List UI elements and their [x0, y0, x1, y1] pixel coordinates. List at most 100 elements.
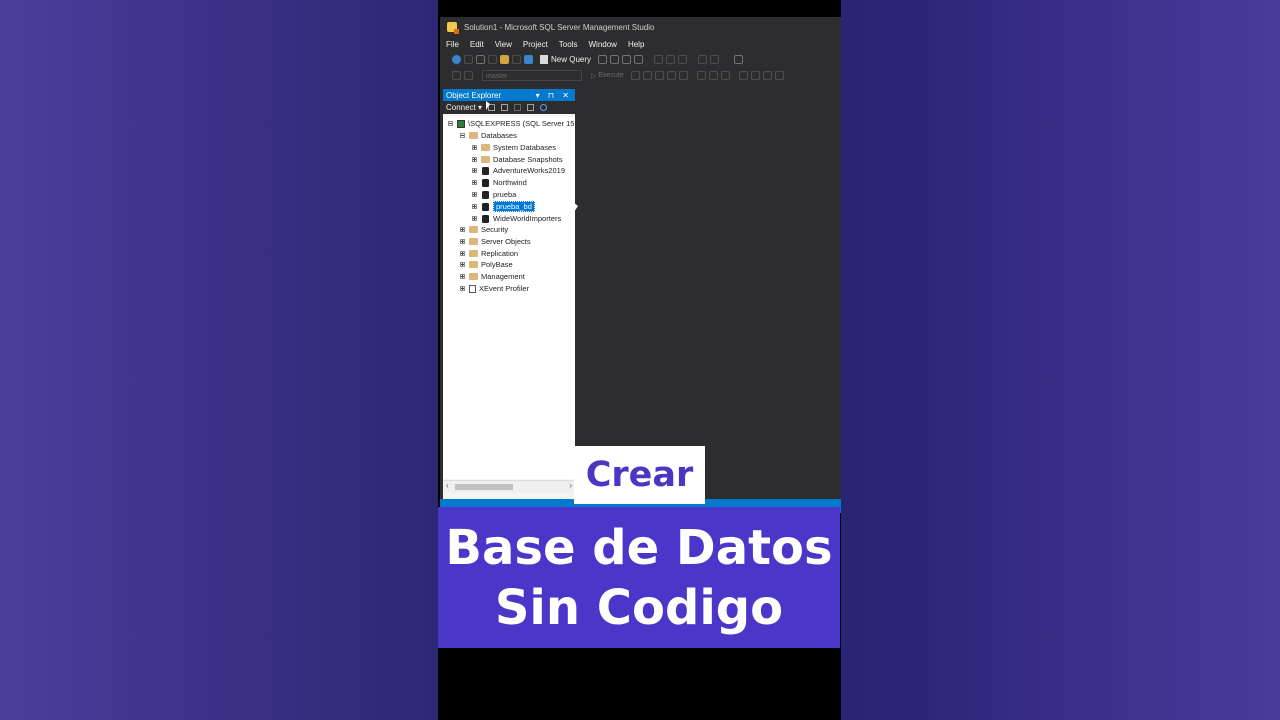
- menu-file[interactable]: File: [446, 40, 459, 49]
- expand-icon[interactable]: [460, 274, 465, 279]
- paste-icon[interactable]: [678, 55, 688, 64]
- parse-icon[interactable]: [642, 71, 652, 80]
- expand-icon[interactable]: [472, 168, 477, 173]
- expand-icon[interactable]: [472, 192, 477, 197]
- execute-label: Execute: [598, 72, 624, 79]
- connect-button[interactable]: Connect ▾: [446, 103, 482, 112]
- save-icon[interactable]: [512, 55, 521, 64]
- redo-icon[interactable]: [710, 55, 720, 64]
- cut-icon[interactable]: [654, 55, 664, 64]
- expand-icon[interactable]: [460, 227, 465, 232]
- scroll-thumb[interactable]: [455, 484, 513, 490]
- query-xmla-icon[interactable]: [622, 55, 632, 64]
- stop-icon[interactable]: [630, 71, 640, 80]
- menu-view[interactable]: View: [495, 40, 512, 49]
- tree-item-northwind[interactable]: Northwind: [472, 177, 527, 188]
- menu-help[interactable]: Help: [628, 40, 644, 49]
- query-dmx-icon[interactable]: [610, 55, 620, 64]
- add-item-icon[interactable]: [488, 55, 497, 64]
- tree-databases[interactable]: Databases: [460, 130, 517, 141]
- tree-item-replication[interactable]: Replication: [460, 248, 518, 259]
- object-explorer-panel: Object Explorer ▾ ⊓ ✕ Connect ▾ \SQLEXPR…: [443, 89, 575, 507]
- tree-item-label: AdventureWorks2019: [493, 166, 565, 175]
- horizontal-scrollbar[interactable]: ‹ ›: [443, 480, 575, 493]
- available-databases-select[interactable]: master: [482, 70, 582, 81]
- copy-icon[interactable]: [666, 55, 676, 64]
- expand-icon[interactable]: [472, 157, 477, 162]
- tree-item-management[interactable]: Management: [460, 271, 525, 282]
- crear-label-box: Crear: [574, 446, 705, 504]
- open-folder-icon[interactable]: [500, 55, 509, 64]
- tree-item-label: Management: [481, 272, 525, 281]
- tree-item-security[interactable]: Security: [460, 224, 508, 235]
- database-icon: [482, 214, 489, 223]
- tree-item-system-databases[interactable]: System Databases: [472, 142, 556, 153]
- panel-controls[interactable]: ▾ ⊓ ✕: [536, 91, 572, 100]
- expand-icon[interactable]: [460, 286, 465, 291]
- menu-window[interactable]: Window: [588, 40, 616, 49]
- execute-button[interactable]: ▷ Execute: [591, 72, 624, 80]
- query-mdx-icon[interactable]: [598, 55, 608, 64]
- tree-item-xevent-profiler[interactable]: XEvent Profiler: [460, 283, 529, 294]
- change-connection-icon[interactable]: [464, 71, 473, 80]
- outdent-icon[interactable]: [774, 71, 784, 80]
- tree-item-prueba[interactable]: prueba: [472, 189, 516, 200]
- menu-tools[interactable]: Tools: [559, 40, 578, 49]
- new-query-button[interactable]: New Query: [540, 55, 591, 64]
- filter-icon[interactable]: [527, 104, 535, 111]
- folder-icon: [469, 226, 478, 233]
- forward-icon[interactable]: [464, 55, 473, 64]
- expand-icon[interactable]: [472, 145, 477, 150]
- disconnect-icon[interactable]: [501, 104, 509, 111]
- title-banner: Base de Datos Sin Codigo: [438, 507, 840, 648]
- menu-bar: File Edit View Project Tools Window Help: [440, 37, 649, 51]
- scroll-right-icon[interactable]: ›: [569, 481, 572, 490]
- tree-item-polybase[interactable]: PolyBase: [460, 259, 513, 270]
- new-project-icon[interactable]: [476, 55, 485, 64]
- tree-item-database-snapshots[interactable]: Database Snapshots: [472, 154, 563, 165]
- results-file-icon[interactable]: [720, 71, 730, 80]
- expand-icon[interactable]: [460, 239, 465, 244]
- menu-edit[interactable]: Edit: [470, 40, 484, 49]
- menu-project[interactable]: Project: [523, 40, 548, 49]
- tree-item-label: Replication: [481, 249, 519, 258]
- tree-item-adventureworks2019[interactable]: AdventureWorks2019: [472, 165, 565, 176]
- expand-icon[interactable]: [472, 180, 477, 185]
- query-das-icon[interactable]: [634, 55, 644, 64]
- tree-server[interactable]: \SQLEXPRESS (SQL Server 15.0: [448, 118, 575, 129]
- banner-line-1: Base de Datos: [445, 519, 833, 576]
- tree-item-wideworldimporters[interactable]: WideWorldImporters: [472, 213, 561, 224]
- crear-text: Crear: [585, 455, 694, 495]
- standard-toolbar: New Query: [440, 52, 841, 67]
- tree-item-server-objects[interactable]: Server Objects: [460, 236, 531, 247]
- tree-item-prueba-bd[interactable]: prueba_bd: [472, 201, 535, 212]
- intellisense-icon[interactable]: [678, 71, 688, 80]
- stop-icon[interactable]: [514, 104, 522, 111]
- indent-icon[interactable]: [762, 71, 772, 80]
- tree-item-label: PolyBase: [481, 260, 513, 269]
- database-icon: [482, 190, 489, 199]
- undo-icon[interactable]: [698, 55, 708, 64]
- results-text-icon[interactable]: [696, 71, 706, 80]
- folder-icon: [469, 250, 478, 257]
- collapse-icon[interactable]: [448, 121, 453, 126]
- uncomment-icon[interactable]: [750, 71, 760, 80]
- results-grid-icon[interactable]: [708, 71, 718, 80]
- expand-icon[interactable]: [472, 216, 477, 221]
- display-plan-icon[interactable]: [654, 71, 664, 80]
- scroll-left-icon[interactable]: ‹: [446, 481, 449, 490]
- properties-icon[interactable]: [734, 55, 744, 64]
- connect-editor-icon[interactable]: [452, 71, 461, 80]
- query-designer-icon[interactable]: [666, 71, 676, 80]
- ssms-app-icon: [447, 22, 459, 34]
- mouse-cursor-icon: [574, 203, 578, 212]
- expand-icon[interactable]: [460, 262, 465, 267]
- database-icon: [482, 202, 489, 211]
- expand-icon[interactable]: [472, 204, 477, 209]
- back-icon[interactable]: [452, 55, 461, 64]
- comment-icon[interactable]: [738, 71, 748, 80]
- expand-icon[interactable]: [460, 251, 465, 256]
- save-all-icon[interactable]: [524, 55, 533, 64]
- collapse-icon[interactable]: [460, 133, 465, 138]
- refresh-icon[interactable]: [540, 104, 548, 111]
